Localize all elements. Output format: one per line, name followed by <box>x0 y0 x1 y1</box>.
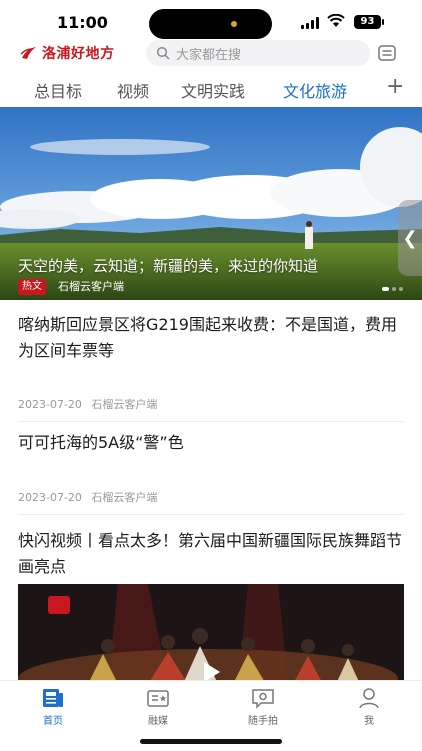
app-logo[interactable]: 洛浦好地方 <box>20 40 115 66</box>
logo-mark-icon <box>20 47 36 59</box>
scan-icon[interactable] <box>378 45 396 61</box>
app-header: 洛浦好地方 大家都在搜 <box>0 36 422 70</box>
status-time: 11:00 <box>57 13 108 32</box>
article-title: 喀纳斯回应景区将G219围起来收费：不是国道，费用为区间车票等 <box>18 315 397 360</box>
search-input[interactable]: 大家都在搜 <box>146 40 370 66</box>
tabbar-item-home[interactable]: 首页 <box>23 687 83 727</box>
app-name: 洛浦好地方 <box>42 46 115 62</box>
battery-icon: 93 <box>354 15 381 29</box>
media-icon <box>147 690 169 707</box>
battery-tip <box>382 19 384 25</box>
hero-source: 石榴云客户端 <box>58 280 124 293</box>
side-expand-handle[interactable]: ❮ <box>398 200 422 276</box>
hero-banner[interactable]: 天空的美，云知道；新疆的美，来过的你知道 热文 石榴云客户端 <box>0 107 422 300</box>
channel-tabs: | 总目标 视频 文明实践 文化旅游 + <box>0 72 422 106</box>
camera-message-icon <box>252 689 274 709</box>
tabbar-label: 首页 <box>43 716 63 727</box>
tab-video[interactable]: 视频 <box>117 78 149 102</box>
tabbar-item-profile[interactable]: 我 <box>339 687 399 727</box>
article-meta: 2023-07-20 石榴云客户端 <box>18 396 157 412</box>
home-news-icon <box>43 689 63 707</box>
carousel-indicator <box>382 287 403 291</box>
divider <box>18 514 404 515</box>
tabbar-item-snapshot[interactable]: 随手拍 <box>233 687 293 727</box>
video-logo-watermark <box>48 596 70 614</box>
article-meta: 2023-07-20 石榴云客户端 <box>18 489 157 505</box>
chevron-left-icon: ❮ <box>402 227 418 249</box>
article-date: 2023-07-20 <box>18 491 82 504</box>
tab-partial[interactable]: | <box>0 78 1 97</box>
dynamic-island <box>149 9 272 39</box>
search-icon <box>156 46 170 60</box>
video-thumbnail[interactable] <box>18 584 404 684</box>
article-item[interactable]: 快闪视频丨看点太多！第六届中国新疆国际民族舞蹈节画亮点 <box>18 528 404 580</box>
tabbar-label: 融媒 <box>148 716 168 727</box>
divider <box>18 421 404 422</box>
hot-article-badge: 热文 <box>18 279 46 295</box>
play-icon[interactable] <box>204 662 220 682</box>
home-indicator[interactable] <box>140 739 282 744</box>
tab-overall-goal[interactable]: 总目标 <box>34 78 82 102</box>
tab-culture-tourism[interactable]: 文化旅游 <box>283 78 347 102</box>
tab-civilization-practice[interactable]: 文明实践 <box>181 78 245 102</box>
tabbar-label: 随手拍 <box>248 716 278 727</box>
article-item[interactable]: 可可托海的5A级“警”色 <box>18 430 404 456</box>
add-channel-icon[interactable]: + <box>386 76 404 98</box>
article-source: 石榴云客户端 <box>91 491 158 504</box>
tabbar-label: 我 <box>364 716 374 727</box>
island-indicator-dot <box>231 21 237 27</box>
article-item[interactable]: 喀纳斯回应景区将G219围起来收费：不是国道，费用为区间车票等 <box>18 312 404 364</box>
article-title: 可可托海的5A级“警”色 <box>18 433 184 452</box>
article-title: 快闪视频丨看点太多！第六届中国新疆国际民族舞蹈节画亮点 <box>18 531 403 576</box>
cellular-signal-icon <box>301 17 321 29</box>
wifi-icon <box>327 14 345 27</box>
article-date: 2023-07-20 <box>18 398 82 411</box>
search-placeholder: 大家都在搜 <box>176 47 242 63</box>
tabbar-item-media[interactable]: 融媒 <box>128 687 188 727</box>
profile-icon <box>359 688 379 709</box>
article-source: 石榴云客户端 <box>91 398 158 411</box>
hero-title: 天空的美，云知道；新疆的美，来过的你知道 <box>18 257 319 275</box>
